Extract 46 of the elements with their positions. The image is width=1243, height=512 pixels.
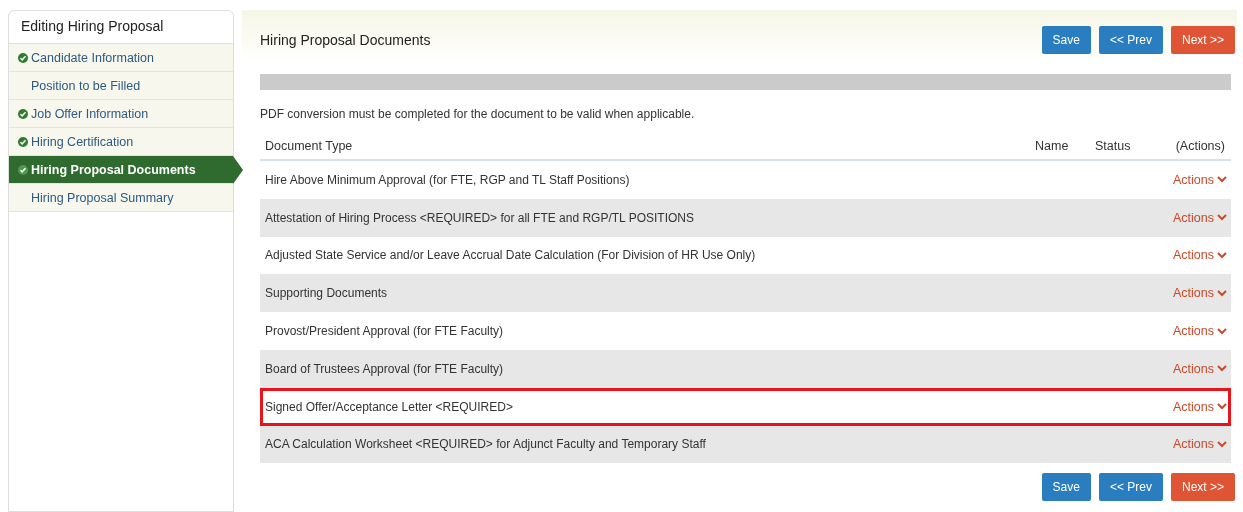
next-button[interactable]: Next >>: [1170, 26, 1235, 54]
actions-link[interactable]: Actions: [1173, 437, 1227, 452]
caret-icon: [1217, 365, 1227, 373]
column-header: Name: [1035, 139, 1070, 153]
actions-link[interactable]: Actions: [1173, 286, 1227, 301]
page-title: Hiring Proposal Documents: [260, 32, 431, 48]
caret-icon: [1217, 440, 1227, 448]
caret-icon: [1217, 252, 1227, 259]
sidebar-item[interactable]: Job Offer Information: [9, 100, 233, 128]
column-header: Status: [1095, 139, 1132, 153]
next-button[interactable]: Next >>: [1170, 473, 1235, 502]
selection-arrow-icon: [233, 156, 243, 184]
document-type: ACA Calculation Worksheet <REQUIRED> for Adjunct Faculty and Temporary Staff: [265, 437, 707, 452]
save-button[interactable]: Save: [1041, 26, 1091, 54]
sidebar-item[interactable]: Hiring Certification: [9, 128, 233, 156]
sidebar-item[interactable]: Candidate Information: [9, 44, 233, 72]
column-header: Document Type: [265, 139, 354, 153]
actions-link[interactable]: Actions: [1173, 399, 1227, 414]
caret-icon: [1217, 176, 1227, 184]
actions-link[interactable]: Actions: [1173, 210, 1227, 225]
info-text: PDF conversion must be completed for the document to be valid when applicable.: [260, 107, 696, 121]
prev-button[interactable]: << Prev: [1098, 26, 1163, 54]
actions-link[interactable]: Actions: [1173, 324, 1227, 339]
check-circle-icon: [18, 108, 28, 119]
caret-icon: [1217, 327, 1227, 335]
document-type: Attestation of Hiring Process <REQUIRED> for all FTE and RGP/TL POSITIONS: [265, 210, 696, 225]
check-circle-icon: [18, 164, 28, 175]
sidebar-item[interactable]: Position to be Filled: [9, 72, 233, 100]
prev-button[interactable]: << Prev: [1098, 473, 1163, 502]
column-header: (Actions): [1174, 139, 1225, 153]
document-type: Adjusted State Service and/or Leave Accrual Date Calculation (For Division of HR Use Only): [265, 248, 757, 263]
document-type: Supporting Documents: [265, 286, 389, 301]
check-circle-icon: [18, 52, 28, 63]
caret-icon: [1217, 289, 1227, 297]
actions-link[interactable]: Actions: [1173, 172, 1227, 187]
caret-icon: [1217, 403, 1227, 411]
caret-icon: [1217, 214, 1227, 222]
actions-link[interactable]: Actions: [1173, 248, 1227, 263]
sidebar-item[interactable]: Hiring Proposal Summary: [9, 184, 233, 212]
document-type: Board of Trustees Approval (for FTE Faculty): [265, 361, 505, 376]
check-circle-icon: [18, 136, 28, 147]
document-type: Provost/President Approval (for FTE Faculty): [265, 324, 505, 339]
actions-link[interactable]: Actions: [1173, 361, 1227, 376]
document-type: Hire Above Minimum Approval (for FTE, RGP and TL Staff Positions): [265, 172, 631, 187]
document-type: Signed Offer/Acceptance Letter <REQUIRED>: [265, 399, 514, 414]
save-button[interactable]: Save: [1041, 473, 1091, 502]
